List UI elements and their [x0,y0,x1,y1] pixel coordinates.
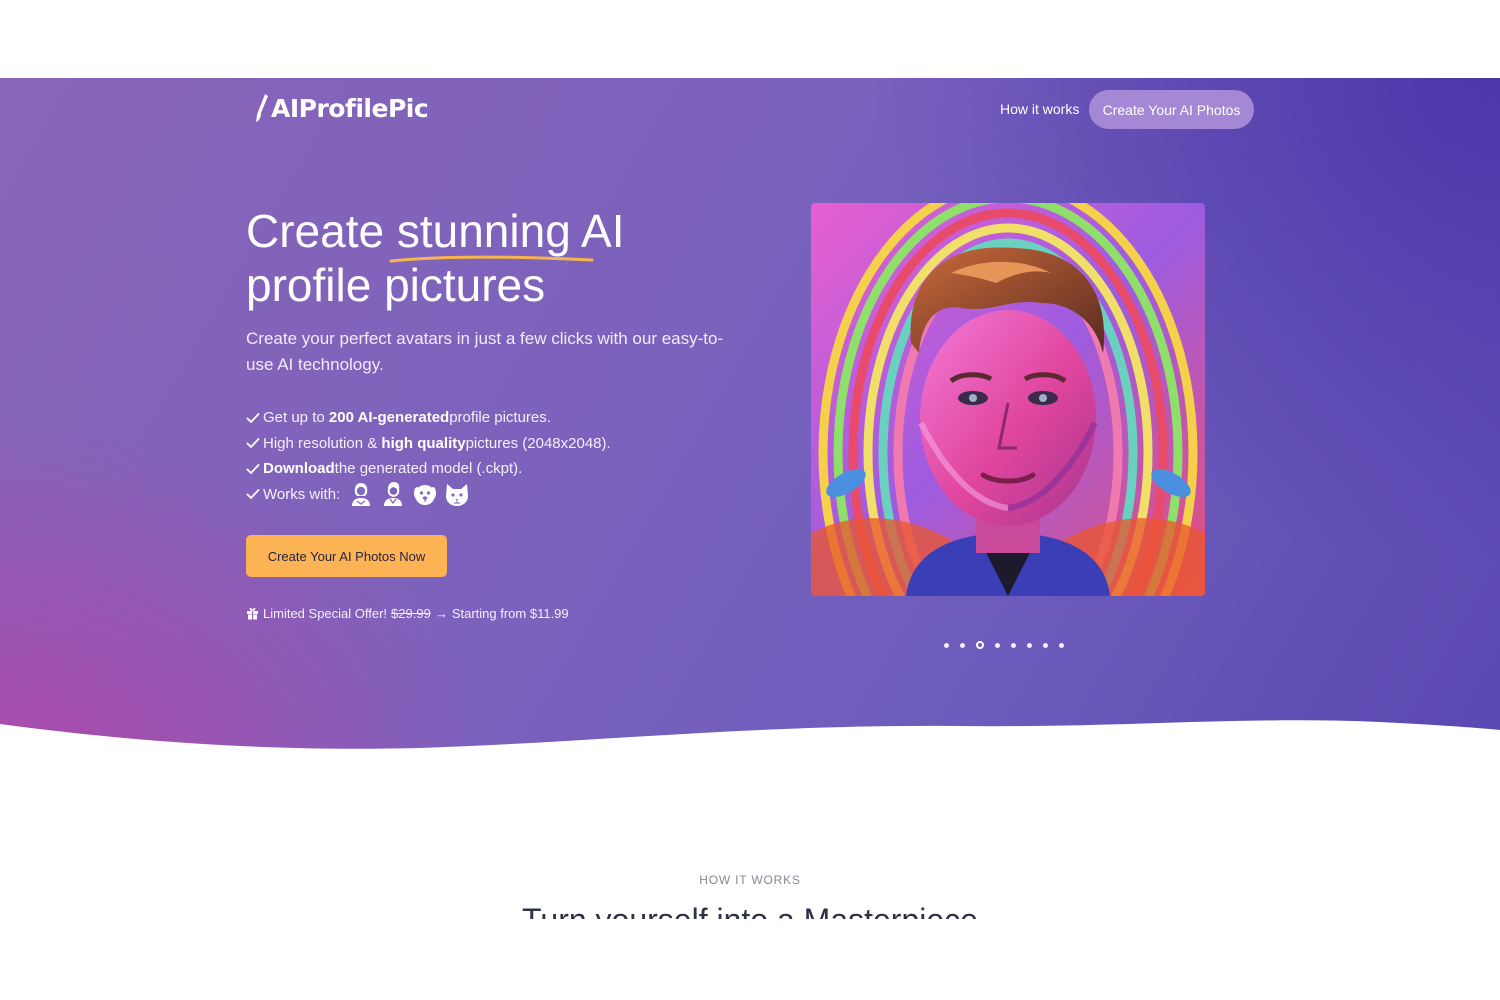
section-title: Turn yourself into a Masterpiece [0,902,1500,919]
arrow-icon: → [434,606,448,621]
nav-create-photos-button[interactable]: Create Your AI Photos [1089,90,1254,129]
carousel-dot[interactable] [960,642,965,648]
top-blank-band [0,0,1500,78]
check-icon [246,489,260,500]
feature-text: High resolution & [263,434,378,452]
feature-text: pictures (2048x2048). [465,434,611,452]
man-icon [384,482,403,507]
feature-bold: Download [263,460,335,478]
brush-icon [255,93,269,123]
carousel-dot-active[interactable] [976,641,984,649]
headline-part2: AI [570,205,625,257]
feature-item: Download the generated model (.ckpt). [246,456,611,482]
carousel-dot[interactable] [1043,642,1048,648]
carousel-dot[interactable] [1027,642,1032,648]
carousel-dots [944,641,1064,649]
showcase-image [811,203,1205,596]
feature-bold: high quality [381,434,466,452]
feature-item-works-with: Works with: [246,482,611,508]
hero-headline: Create stunning AI profile pictures [246,204,766,312]
works-with-icons [348,481,470,507]
hero-wave-divider [0,720,1500,778]
carousel-dot[interactable] [944,642,949,648]
headline-underline [389,255,594,263]
headline-line2: profile pictures [246,259,546,311]
feature-text: profile pictures. [449,409,551,427]
nav-how-it-works[interactable]: How it works [1000,101,1079,117]
hero-cta-button[interactable]: Create Your AI Photos Now [246,535,447,577]
feature-list: Get up to 200 AI-generated profile pictu… [246,405,611,507]
hero-section: AIProfilePic How it works Create Your AI… [0,78,1500,778]
section-title-clip: Turn yourself into a Masterpiece [0,895,1500,919]
woman-icon [352,483,371,507]
dog-icon [414,485,437,506]
brand-name: AIProfilePic [271,93,429,123]
ai-portrait-illustration [811,203,1205,596]
feature-bold: 200 AI-generated [328,409,450,427]
hero-subhead: Create your perfect avatars in just a fe… [246,329,724,374]
new-price: Starting from $11.99 [451,606,569,621]
headline-highlight: stunning [389,204,594,263]
feature-item: High resolution & high quality pictures … [246,431,611,457]
old-price: $29.99 [391,606,431,621]
feature-text: Get up to [263,409,325,427]
headline-highlight-text: stunning [396,205,571,257]
check-icon [246,463,260,474]
carousel-dot[interactable] [995,642,1000,648]
cat-icon [446,484,469,507]
carousel-dot[interactable] [1059,642,1064,648]
logo[interactable]: AIProfilePic [255,93,429,123]
headline-part1: Create [246,205,397,257]
check-icon [246,412,260,423]
check-icon [246,438,260,449]
feature-text: the generated model (.ckpt). [334,460,523,478]
gift-icon [247,608,258,620]
section-eyebrow: HOW IT WORKS [699,873,801,887]
special-offer: Limited Special Offer! $29.99 → Starting… [246,606,569,621]
feature-item: Get up to 200 AI-generated profile pictu… [246,405,611,431]
offer-label: Limited Special Offer! [263,606,388,621]
carousel-dot[interactable] [1011,642,1016,648]
feature-text: Works with: [263,485,341,503]
